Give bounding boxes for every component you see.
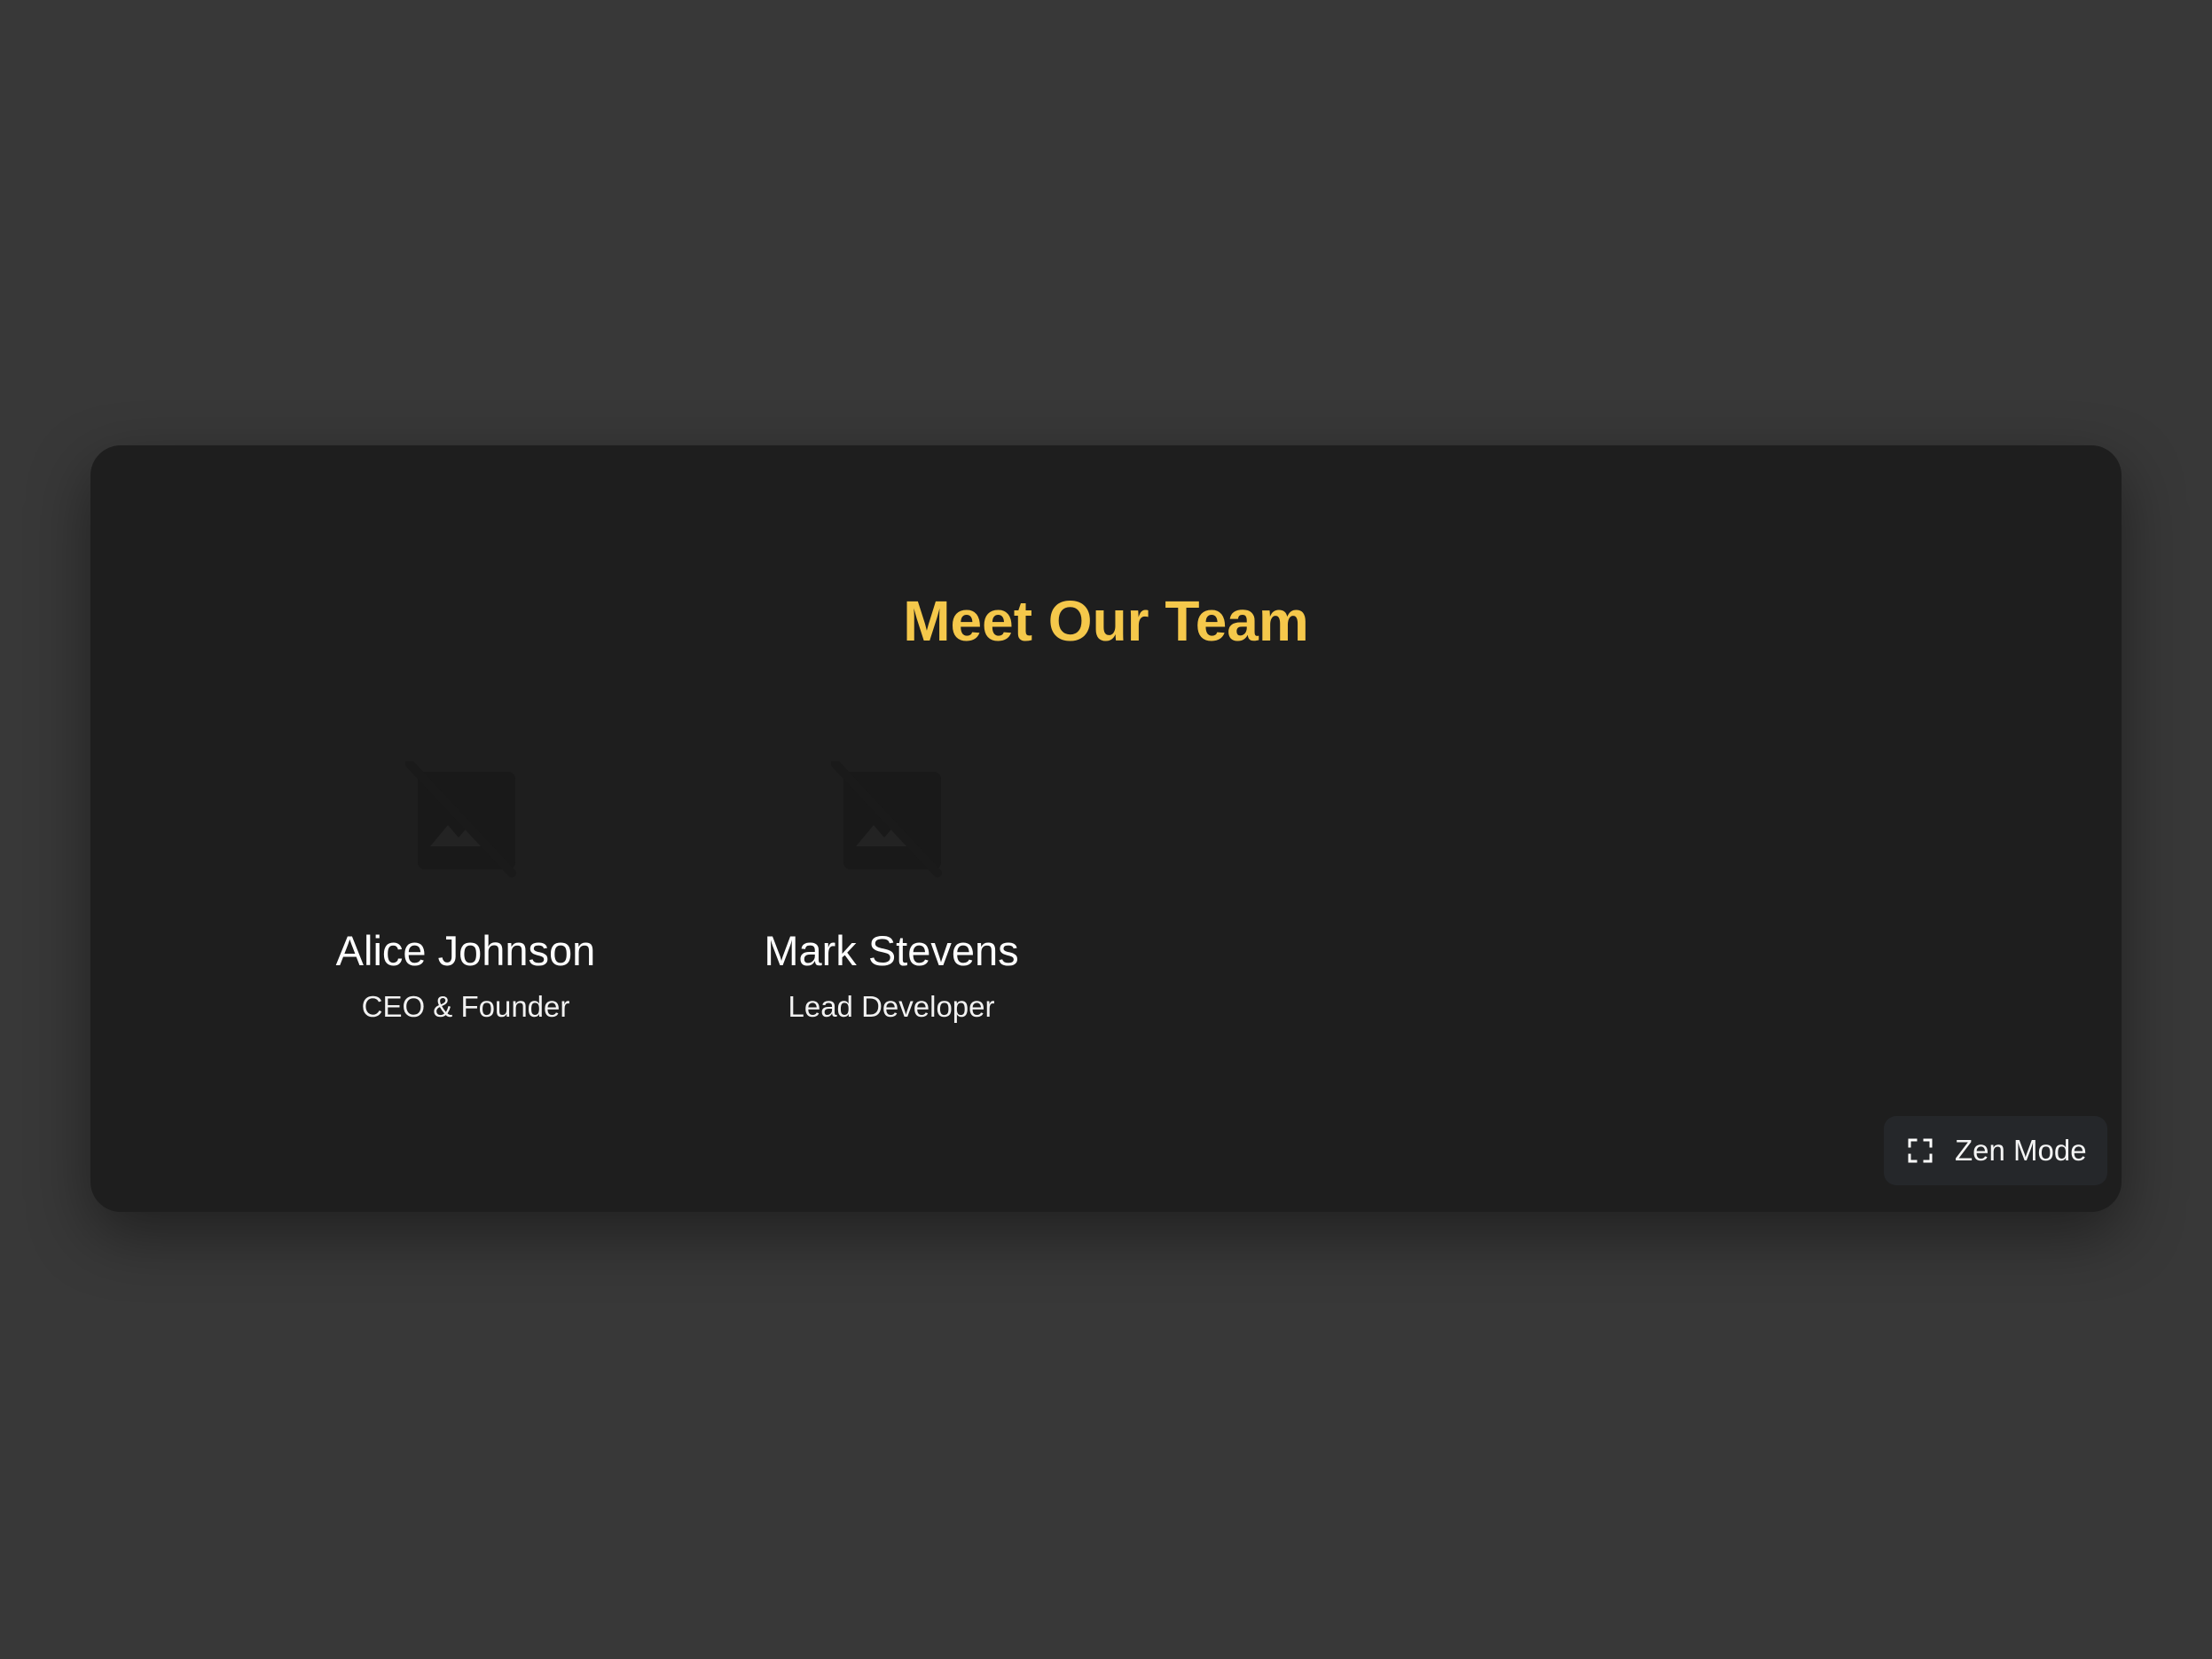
member-name: Alice Johnson <box>335 927 596 974</box>
team-card: Meet Our Team Alice Johnson CEO & Founde… <box>90 445 2122 1212</box>
team-member-card: Alice Johnson CEO & Founder <box>306 761 625 1026</box>
page-title: Meet Our Team <box>903 589 1309 653</box>
zen-mode-button[interactable]: Zen Mode <box>1884 1116 2107 1185</box>
zen-mode-label: Zen Mode <box>1955 1134 2087 1167</box>
broken-image-icon <box>405 761 516 877</box>
broken-image-icon <box>831 761 942 877</box>
member-name: Mark Stevens <box>764 927 1019 974</box>
team-member-card: Mark Stevens Lead Developer <box>732 761 1051 1026</box>
member-role: CEO & Founder <box>361 990 570 1023</box>
member-role: Lead Developer <box>788 990 995 1023</box>
fullscreen-icon <box>1908 1138 1933 1163</box>
